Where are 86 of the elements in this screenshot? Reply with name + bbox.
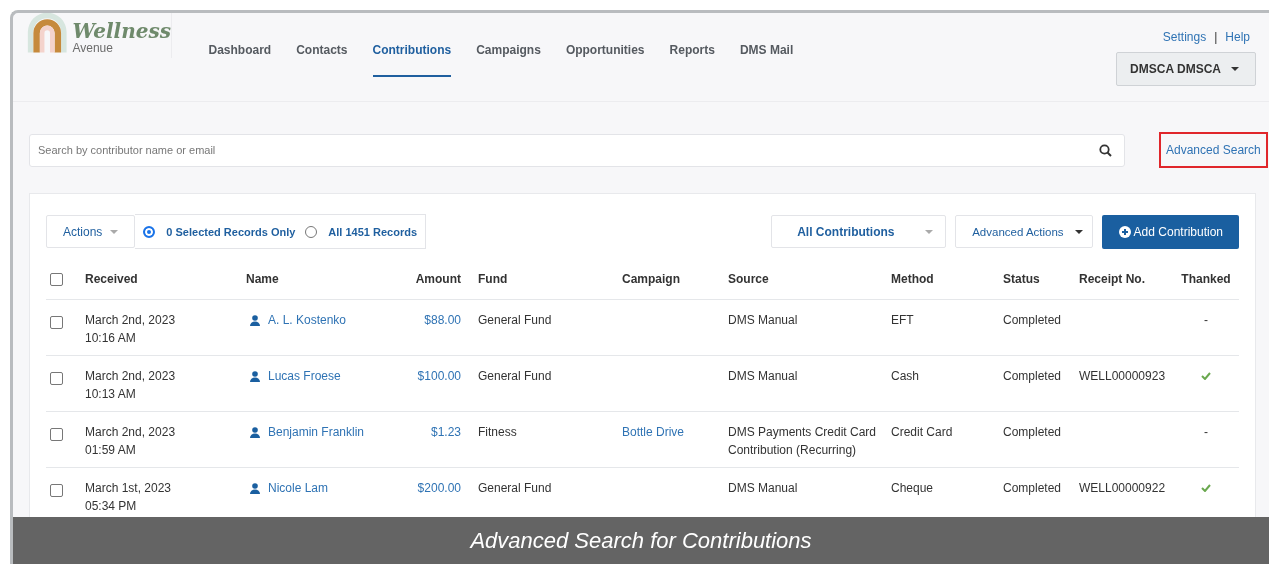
table-cell: Completed xyxy=(1003,425,1062,439)
nav-tab[interactable]: DMS Mail xyxy=(727,43,806,77)
column-header[interactable]: Name xyxy=(246,272,279,286)
table-cell: WELL00000922 xyxy=(1079,481,1166,495)
person-icon xyxy=(250,427,260,438)
table-cell: - xyxy=(1204,313,1208,327)
column-header[interactable]: Received xyxy=(85,272,138,286)
checkbox[interactable] xyxy=(50,315,63,329)
person-icon xyxy=(250,371,260,382)
contact-link[interactable]: A. L. Kostenko xyxy=(268,311,347,329)
table-cell: DMS Payments Credit Card Contribution (Recurring) xyxy=(728,425,877,457)
column-header[interactable]: Receipt No. xyxy=(1079,272,1145,286)
table-cell: General Fund xyxy=(478,369,552,383)
checkbox[interactable] xyxy=(50,483,63,497)
logo-subtitle: Avenue xyxy=(72,42,114,55)
top-link[interactable]: Help xyxy=(1225,30,1250,44)
caret-icon xyxy=(110,229,119,234)
radio-button[interactable] xyxy=(305,225,318,238)
contact-link[interactable]: Benjamin Franklin xyxy=(268,423,365,441)
table-cell: Credit Card xyxy=(891,425,953,439)
amount-link[interactable]: $1.23 xyxy=(430,425,461,439)
table-cell: Cash xyxy=(891,369,919,383)
table-cell: Completed xyxy=(1003,369,1062,383)
column-header[interactable]: Amount xyxy=(415,272,461,286)
column-header[interactable]: Thanked xyxy=(1181,272,1231,286)
date-text: March 2nd, 2023 xyxy=(85,424,177,441)
table-cell: WELL00000923 xyxy=(1079,369,1166,383)
top-link[interactable]: Settings xyxy=(1162,30,1207,44)
table-cell: Cheque xyxy=(891,481,934,495)
table-cell: EFT xyxy=(891,313,914,327)
time-text: 10:13 AM xyxy=(85,386,137,403)
caret-icon xyxy=(1231,67,1239,71)
nav-tab[interactable]: Dashboard xyxy=(196,43,284,77)
table-cell: Completed xyxy=(1003,481,1062,495)
contact-link[interactable]: Nicole Lam xyxy=(268,479,329,497)
add-contribution-button[interactable]: Add Contribution xyxy=(1101,214,1239,249)
nav-tab[interactable]: Opportunities xyxy=(553,43,658,77)
caption-bar: Advanced Search for Contributions xyxy=(13,517,1269,564)
campaign-link[interactable]: Bottle Drive xyxy=(622,425,685,439)
checkbox[interactable] xyxy=(50,273,63,287)
caret-icon xyxy=(925,229,934,234)
table-cell: General Fund xyxy=(478,481,552,495)
column-header[interactable]: Campaign xyxy=(622,272,680,286)
search-icon xyxy=(1099,143,1112,157)
person-icon xyxy=(250,483,260,494)
time-text: 01:59 AM xyxy=(85,442,137,459)
logo-title: Wellness xyxy=(72,20,171,42)
checkbox[interactable] xyxy=(50,427,63,441)
table-cell: General Fund xyxy=(478,313,552,327)
actions-button[interactable]: Actions xyxy=(46,215,136,248)
table-cell: Fitness xyxy=(478,425,517,439)
table-cell: DMS Manual xyxy=(728,313,798,327)
search-field[interactable]: Search by contributor name or email xyxy=(29,133,1125,167)
amount-link[interactable]: $200.00 xyxy=(417,481,461,495)
table-cell: DMS Manual xyxy=(728,481,798,495)
time-text: 10:16 AM xyxy=(85,330,137,347)
advanced-actions-button[interactable]: Advanced Actions xyxy=(955,215,1093,248)
column-header[interactable]: Method xyxy=(891,272,934,286)
nav-tab[interactable]: Contacts xyxy=(283,43,361,77)
date-text: March 1st, 2023 xyxy=(85,480,173,497)
checkbox[interactable] xyxy=(50,371,63,385)
radio-button[interactable] xyxy=(143,225,156,238)
plus-circle-icon xyxy=(1118,225,1131,238)
amount-link[interactable]: $100.00 xyxy=(417,369,461,383)
column-header[interactable]: Source xyxy=(728,272,769,286)
radio-label[interactable]: All 1451 Records xyxy=(328,225,417,238)
time-text: 05:34 PM xyxy=(85,498,138,515)
filter-dropdown[interactable]: All Contributions xyxy=(771,215,947,248)
column-header[interactable]: Status xyxy=(1003,272,1040,286)
date-text: March 2nd, 2023 xyxy=(85,368,177,385)
contact-link[interactable]: Lucas Froese xyxy=(268,367,341,385)
separator: | xyxy=(1214,30,1218,44)
nav-tab[interactable]: Contributions xyxy=(372,43,452,77)
table-cell: - xyxy=(1204,425,1208,439)
amount-link[interactable]: $88.00 xyxy=(424,313,461,327)
radio-label[interactable]: 0 Selected Records Only xyxy=(166,225,296,238)
user-menu-button[interactable]: DMSCA DMSCA xyxy=(1116,52,1256,86)
person-icon xyxy=(250,315,260,326)
nav-tab[interactable]: Campaigns xyxy=(463,43,554,77)
table-cell: DMS Manual xyxy=(728,369,798,383)
caret-icon xyxy=(1074,229,1083,234)
date-text: March 2nd, 2023 xyxy=(85,312,177,329)
advanced-search-link[interactable]: Advanced Search xyxy=(1159,132,1268,168)
nav-tab[interactable]: Reports xyxy=(657,43,728,77)
column-header[interactable]: Fund xyxy=(478,272,508,286)
table-cell: Completed xyxy=(1003,313,1062,327)
